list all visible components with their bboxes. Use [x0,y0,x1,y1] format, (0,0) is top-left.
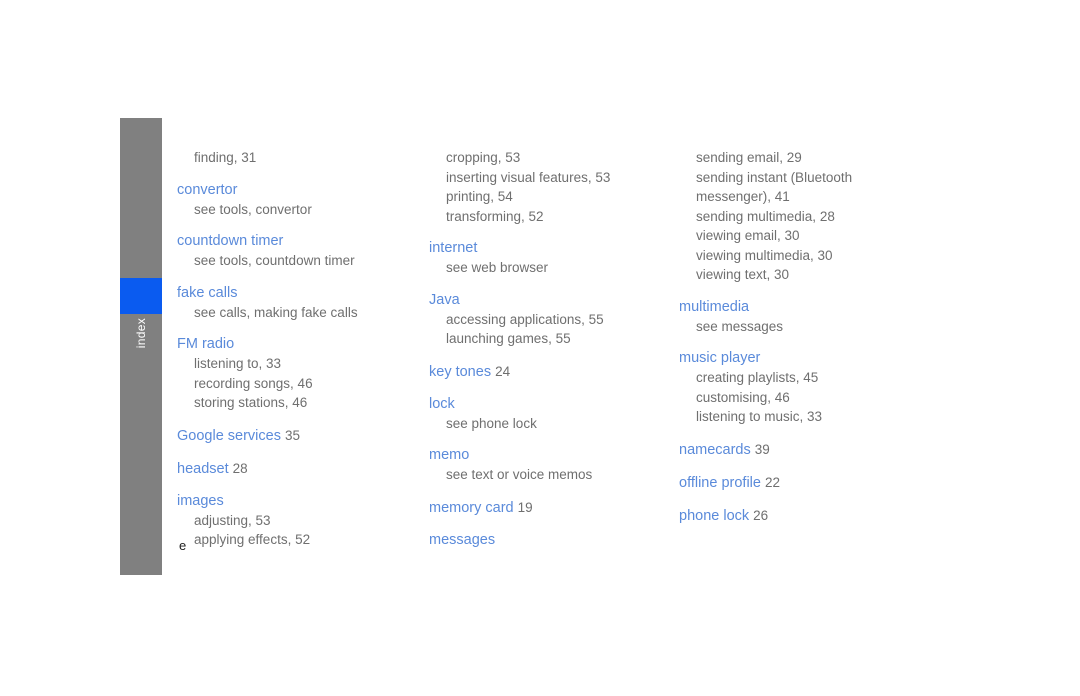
index-subentry-list: see web browser [429,258,654,278]
index-subentry[interactable]: see phone lock [429,414,654,434]
index-subentry-list: see text or voice memos [429,465,654,485]
index-subentry-list: see tools, convertor [177,200,407,220]
index-subentry-group: finding, 31 [177,148,407,168]
index-column-middle: cropping, 53 inserting visual features, 5… [429,148,654,550]
index-entry-heading[interactable]: offline profile 22 [679,473,929,493]
index-entry: images adjusting, 53 applying effects, 52 [177,492,407,550]
index-entry: music player creating playlists, 45 custom… [679,349,929,427]
section-tab-index[interactable]: index [120,118,162,575]
index-entry-pagenumber: 35 [284,427,300,443]
index-subentry[interactable]: transforming, 52 [429,207,654,227]
index-subentry-list: finding, 31 [177,148,407,168]
index-subentry[interactable]: sending email, 29 [679,148,929,168]
index-entry-heading[interactable]: internet [429,239,654,258]
index-entry-heading[interactable]: images [177,492,407,511]
section-tab-highlight [120,278,162,314]
index-subentry[interactable]: listening to music, 33 [679,407,929,427]
index-subentry-list: adjusting, 53 applying effects, 52 [177,511,407,550]
index-entry: FM radio listening to, 33 recording songs,… [177,335,407,413]
index-subentry-list: accessing applications, 55 launching game… [429,310,654,349]
index-entry: Google services 35 [177,426,407,446]
index-subentry[interactable]: creating playlists, 45 [679,368,929,388]
index-subentry[interactable]: printing, 54 [429,187,654,207]
index-entry-heading[interactable]: Java [429,291,654,310]
index-entry-pagenumber: 24 [495,363,511,379]
index-entry: memo see text or voice memos [429,446,654,485]
index-entry: key tones 24 [429,362,654,382]
index-entry: Java accessing applications, 55 launching … [429,291,654,349]
index-subentry[interactable]: adjusting, 53 [177,511,407,531]
index-subentry[interactable]: accessing applications, 55 [429,310,654,330]
index-subentry[interactable]: inserting visual features, 53 [429,168,654,188]
index-entry: lock see phone lock [429,395,654,434]
index-entry-heading[interactable]: messages [429,531,654,550]
index-subentry[interactable]: see text or voice memos [429,465,654,485]
index-subentry[interactable]: viewing text, 30 [679,265,929,285]
index-entry: phone lock 26 [679,506,929,526]
index-entry-heading[interactable]: lock [429,395,654,414]
index-subentry[interactable]: see messages [679,317,929,337]
index-subentry[interactable]: recording songs, 46 [177,374,407,394]
index-entry-heading[interactable]: countdown timer [177,232,407,251]
index-subentry[interactable]: storing stations, 46 [177,393,407,413]
index-subentry[interactable]: see web browser [429,258,654,278]
index-entry-heading[interactable]: phone lock 26 [679,506,929,526]
index-subentry[interactable]: listening to, 33 [177,354,407,374]
index-entry-heading[interactable]: fake calls [177,284,407,303]
index-subentry[interactable]: sending multimedia, 28 [679,207,929,227]
index-entry: convertor see tools, convertor [177,181,407,220]
index-entry-pagenumber: 26 [753,507,769,523]
index-column-right: sending email, 29 sending instant (Blueto… [679,148,929,526]
index-entry-heading[interactable]: convertor [177,181,407,200]
index-entry: countdown timer see tools, countdown time… [177,232,407,271]
index-page: index finding, 31 convertor see tools, con… [0,0,1080,696]
index-subentry-group: cropping, 53 inserting visual features, 5… [429,148,654,226]
index-entry-heading[interactable]: memory card 19 [429,498,654,518]
section-tab-label: index [120,318,162,398]
index-entry: headset 28 [177,459,407,479]
index-entry-pagenumber: 22 [764,474,780,490]
index-subentry-list: see calls, making fake calls [177,303,407,323]
index-entry-pagenumber: 39 [754,441,770,457]
index-subentry-list: see phone lock [429,414,654,434]
index-entry: memory card 19 [429,498,654,518]
index-subentry[interactable]: viewing email, 30 [679,226,929,246]
index-subentry-list: see tools, countdown timer [177,251,407,271]
index-subentry-list: creating playlists, 45 customising, 46 lis… [679,368,929,427]
index-entry-heading[interactable]: multimedia [679,298,929,317]
index-entry-heading[interactable]: music player [679,349,929,368]
index-subentry[interactable]: sending instant (Bluetooth messenger), 4… [679,168,929,207]
index-column-left: finding, 31 convertor see tools, convertor… [177,148,407,550]
index-entry-pagenumber: 19 [517,499,533,515]
section-tab-label-text: index [134,318,148,349]
page-marker: e [179,538,187,553]
index-subentry[interactable]: customising, 46 [679,388,929,408]
index-subentry-list: listening to, 33 recording songs, 46 stori… [177,354,407,413]
index-entry-heading[interactable]: headset 28 [177,459,407,479]
index-entry-heading[interactable]: Google services 35 [177,426,407,446]
index-subentry[interactable]: see calls, making fake calls [177,303,407,323]
index-entry: fake calls see calls, making fake calls [177,284,407,323]
index-entry-heading[interactable]: FM radio [177,335,407,354]
index-subentry[interactable]: see tools, countdown timer [177,251,407,271]
index-entry-heading[interactable]: key tones 24 [429,362,654,382]
index-subentry[interactable]: applying effects, 52 [177,530,407,550]
index-subentry-list: sending email, 29 sending instant (Blueto… [679,148,929,285]
index-entry: offline profile 22 [679,473,929,493]
index-entry: messages [429,531,654,550]
index-subentry[interactable]: see tools, convertor [177,200,407,220]
index-entry-heading[interactable]: memo [429,446,654,465]
index-subentry-list: see messages [679,317,929,337]
index-subentry[interactable]: viewing multimedia, 30 [679,246,929,266]
index-entry-pagenumber: 28 [232,460,248,476]
index-entry: internet see web browser [429,239,654,278]
index-subentry-group: sending email, 29 sending instant (Blueto… [679,148,929,285]
index-subentry[interactable]: cropping, 53 [429,148,654,168]
index-entry: multimedia see messages [679,298,929,337]
index-subentry[interactable]: launching games, 55 [429,329,654,349]
index-entry-heading[interactable]: namecards 39 [679,440,929,460]
index-subentry[interactable]: finding, 31 [177,148,407,168]
index-entry: namecards 39 [679,440,929,460]
index-subentry-list: cropping, 53 inserting visual features, 5… [429,148,654,226]
